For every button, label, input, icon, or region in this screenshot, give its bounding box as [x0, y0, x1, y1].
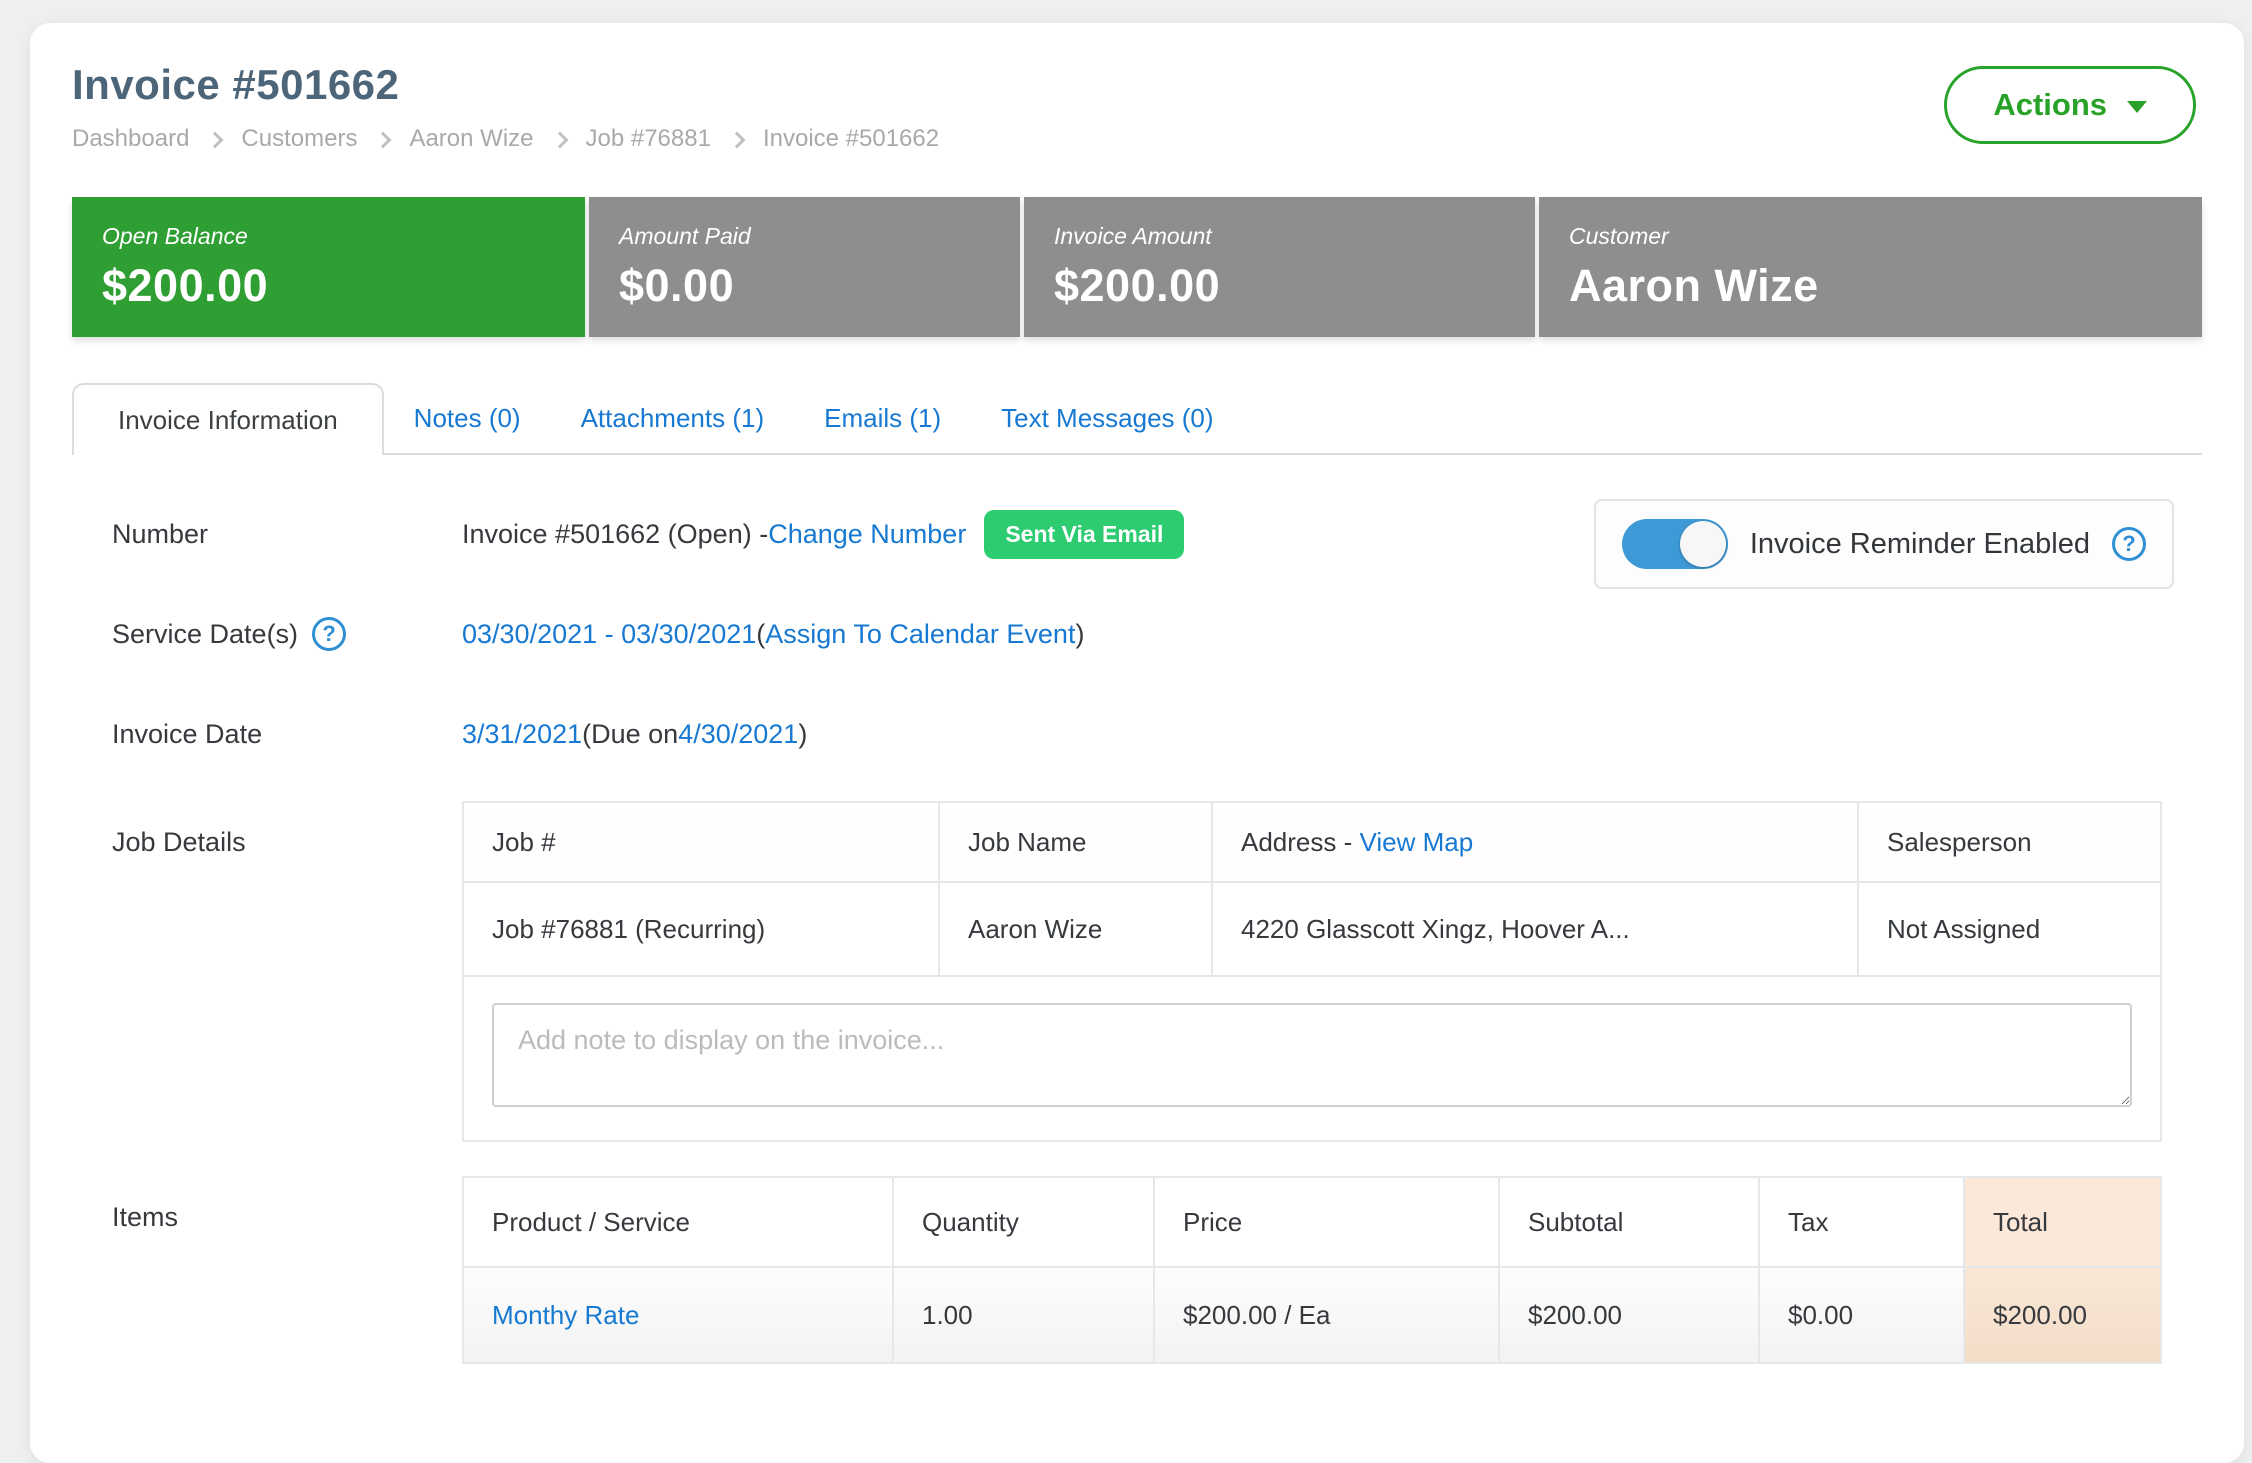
actions-button-label: Actions [1993, 87, 2107, 123]
service-date-range-link[interactable]: 03/30/2021 - 03/30/2021 [462, 619, 756, 650]
invoice-date-link[interactable]: 3/31/2021 [462, 719, 582, 750]
breadcrumb-chevron-icon [728, 132, 745, 149]
stat-value: Aaron Wize [1569, 260, 2172, 312]
tab-bar: Invoice Information Notes (0) Attachment… [72, 383, 2202, 455]
service-dates-row: Service Date(s) 03/30/2021 - 03/30/2021 … [72, 601, 2202, 667]
items-row: Items Product / Service Quantity Price S… [72, 1176, 2202, 1364]
stat-label: Amount Paid [619, 223, 990, 250]
help-icon[interactable] [2112, 527, 2146, 561]
subtotal-cell: $200.00 [1499, 1267, 1759, 1363]
col-price: Price [1154, 1177, 1499, 1267]
stats-bar: Open Balance $200.00 Amount Paid $0.00 I… [72, 197, 2202, 337]
salesperson-cell: Not Assigned [1858, 882, 2161, 976]
items-header-row: Product / Service Quantity Price Subtota… [463, 1177, 2161, 1267]
breadcrumb-item-customer[interactable]: Aaron Wize [409, 125, 533, 153]
item-row: Monthy Rate 1.00 $200.00 / Ea $200.00 $0… [463, 1267, 2161, 1363]
job-number-cell: Job #76881 (Recurring) [463, 882, 939, 976]
breadcrumb-chevron-icon [551, 132, 568, 149]
breadcrumb-item-job[interactable]: Job #76881 [586, 125, 711, 153]
breadcrumb-item-dashboard[interactable]: Dashboard [72, 125, 189, 153]
invoice-information-panel: Invoice Reminder Enabled Number Invoice … [72, 455, 2202, 1364]
tab-invoice-information[interactable]: Invoice Information [72, 383, 384, 455]
product-link[interactable]: Monthy Rate [492, 1300, 639, 1330]
col-salesperson: Salesperson [1858, 802, 2161, 882]
invoice-reminder-label: Invoice Reminder Enabled [1750, 528, 2090, 561]
breadcrumb: Dashboard Customers Aaron Wize Job #7688… [72, 125, 2202, 153]
breadcrumb-chevron-icon [207, 132, 224, 149]
service-dates-label: Service Date(s) [112, 619, 298, 650]
job-details-row: Job Details Job # Job Name Address - Vie… [72, 801, 2202, 1142]
stat-label: Customer [1569, 223, 2172, 250]
col-total: Total [1964, 1177, 2161, 1267]
due-on-text: (Due on [582, 719, 678, 750]
breadcrumb-item-customers[interactable]: Customers [241, 125, 357, 153]
price-cell: $200.00 / Ea [1154, 1267, 1499, 1363]
actions-button[interactable]: Actions [1944, 66, 2196, 144]
invoice-note-input[interactable] [492, 1003, 2132, 1107]
paren-close: ) [1075, 619, 1084, 650]
stat-label: Open Balance [102, 223, 555, 250]
help-icon[interactable] [312, 617, 346, 651]
stat-amount-paid: Amount Paid $0.00 [589, 197, 1020, 337]
invoice-date-label: Invoice Date [72, 719, 462, 750]
stat-label: Invoice Amount [1054, 223, 1505, 250]
job-details-data-row: Job #76881 (Recurring) Aaron Wize 4220 G… [463, 882, 2161, 976]
tab-attachments[interactable]: Attachments (1) [551, 383, 795, 453]
breadcrumb-item-invoice: Invoice #501662 [763, 125, 939, 153]
invoice-card: Invoice #501662 Dashboard Customers Aaro… [30, 23, 2244, 1463]
col-subtotal: Subtotal [1499, 1177, 1759, 1267]
invoice-reminder-box: Invoice Reminder Enabled [1594, 499, 2174, 589]
col-address: Address - View Map [1212, 802, 1858, 882]
invoice-number-value: Invoice #501662 (Open) - [462, 519, 768, 550]
job-details-label: Job Details [72, 801, 462, 858]
stat-open-balance: Open Balance $200.00 [72, 197, 585, 337]
col-quantity: Quantity [893, 1177, 1154, 1267]
invoice-date-row: Invoice Date 3/31/2021 (Due on 4/30/2021… [72, 701, 2202, 767]
invoice-note-row [463, 976, 2161, 1141]
tab-text-messages[interactable]: Text Messages (0) [971, 383, 1243, 453]
tax-cell: $0.00 [1759, 1267, 1964, 1363]
page-title: Invoice #501662 [72, 61, 2202, 109]
address-cell: 4220 Glasscott Xingz, Hoover A... [1212, 882, 1858, 976]
total-cell: $200.00 [1964, 1267, 2161, 1363]
invoice-reminder-toggle[interactable] [1622, 519, 1728, 569]
view-map-link[interactable]: View Map [1360, 827, 1474, 857]
breadcrumb-chevron-icon [375, 132, 392, 149]
quantity-cell: 1.00 [893, 1267, 1154, 1363]
sent-via-email-badge: Sent Via Email [984, 510, 1184, 559]
col-job-number: Job # [463, 802, 939, 882]
paren-close: ) [798, 719, 807, 750]
job-name-cell: Aaron Wize [939, 882, 1212, 976]
toggle-knob [1680, 521, 1726, 567]
stat-value: $0.00 [619, 260, 990, 312]
due-date-link[interactable]: 4/30/2021 [678, 719, 798, 750]
job-details-table: Job # Job Name Address - View Map Salesp… [462, 801, 2162, 1142]
job-details-header-row: Job # Job Name Address - View Map Salesp… [463, 802, 2161, 882]
col-product-service: Product / Service [463, 1177, 893, 1267]
change-number-link[interactable]: Change Number [768, 519, 966, 550]
caret-down-icon [2127, 101, 2147, 113]
product-cell: Monthy Rate [463, 1267, 893, 1363]
assign-to-calendar-event-link[interactable]: Assign To Calendar Event [765, 619, 1075, 650]
col-job-name: Job Name [939, 802, 1212, 882]
tab-notes[interactable]: Notes (0) [384, 383, 551, 453]
number-label: Number [72, 519, 462, 550]
stat-value: $200.00 [1054, 260, 1505, 312]
items-table: Product / Service Quantity Price Subtota… [462, 1176, 2162, 1364]
tab-emails[interactable]: Emails (1) [794, 383, 971, 453]
stat-value: $200.00 [102, 260, 555, 312]
stat-customer: Customer Aaron Wize [1539, 197, 2202, 337]
col-tax: Tax [1759, 1177, 1964, 1267]
address-header-text: Address - [1241, 827, 1360, 857]
paren-open: ( [756, 619, 765, 650]
items-label: Items [72, 1176, 462, 1233]
stat-invoice-amount: Invoice Amount $200.00 [1024, 197, 1535, 337]
